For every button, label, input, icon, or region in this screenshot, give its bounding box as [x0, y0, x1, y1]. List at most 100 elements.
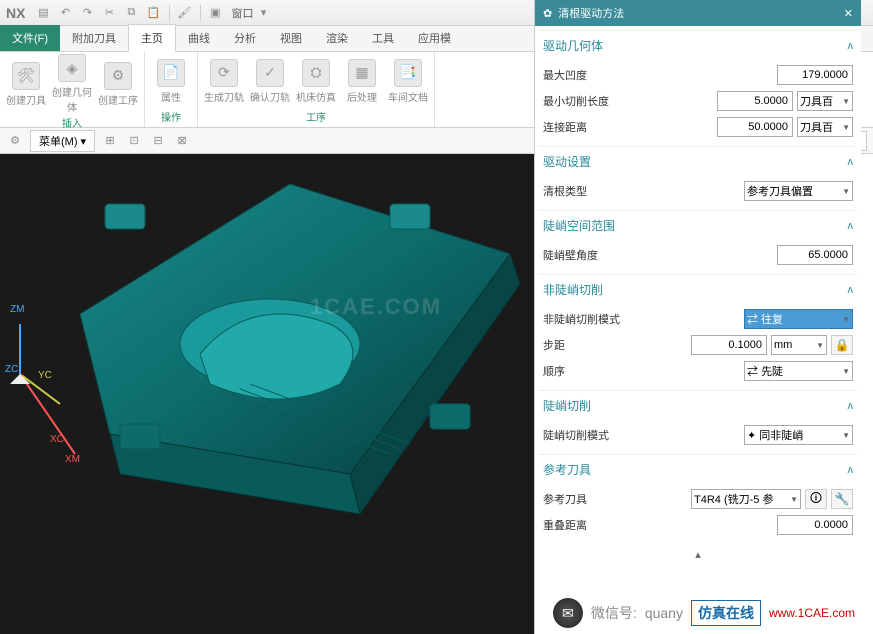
ribbon-group-label: 工序 — [202, 108, 430, 125]
link-distance-input[interactable] — [717, 117, 793, 137]
collapse-arrow-icon[interactable]: ▴ — [539, 544, 857, 565]
root-type-select[interactable]: 参考刀具偏置▼ — [744, 181, 853, 201]
tab-app[interactable]: 应用模 — [406, 25, 463, 51]
tab-curve[interactable]: 曲线 — [176, 25, 222, 51]
axis-zc-label: ZC — [5, 364, 18, 375]
section-drive-settings[interactable]: 驱动设置 ʌ — [539, 146, 857, 176]
toolbar-icon[interactable]: ⊠ — [173, 132, 191, 150]
undo-icon[interactable]: ↶ — [55, 3, 75, 23]
tab-view[interactable]: 视图 — [268, 25, 314, 51]
wall-angle-input[interactable] — [777, 245, 853, 265]
gear-icon[interactable]: ✿ — [543, 7, 552, 20]
ref-tool-label: 参考刀具 — [543, 491, 633, 507]
tab-home[interactable]: 主页 — [128, 24, 176, 52]
dialog-body: 驱动几何体 ʌ 最大凹度 最小切削长度 刀具百▼ 连接距离 刀具百▼ — [535, 26, 861, 634]
overlap-input[interactable] — [777, 515, 853, 535]
weixin-label: 微信号: — [591, 603, 637, 623]
chevron-up-icon: ʌ — [848, 284, 854, 296]
tool-info-icon[interactable]: 🛈 — [805, 489, 827, 509]
tool-edit-icon[interactable]: 🔧 — [831, 489, 853, 509]
section-steep-range[interactable]: 陡峭空间范围 ʌ — [539, 210, 857, 240]
section-label: 驱动几何体 — [543, 37, 603, 54]
tab-file[interactable]: 文件(F) — [0, 25, 60, 51]
order-select[interactable]: ⇄ 先陡▼ — [744, 361, 853, 381]
weixin-id: quany — [645, 605, 683, 621]
axis-zm-label: ZM — [10, 304, 24, 315]
model-viewport[interactable]: 1CAE.COM ZM ZC YC XC XM — [0, 154, 534, 634]
ribbon-item-label: 机床仿真 — [296, 89, 336, 104]
flowcut-dialog: ✿ 清根驱动方法 ✕ 驱动几何体 ʌ 最大凹度 最小切削长度 刀具百▼ 连接距离 — [534, 0, 861, 634]
save-icon[interactable]: ▤ — [33, 3, 53, 23]
chevron-down-icon[interactable]: ▾ — [253, 3, 273, 23]
ribbon-item-label: 生成刀轨 — [204, 89, 244, 104]
ribbon-group-action: 📄属性 操作 — [145, 52, 198, 127]
root-type-label: 清根类型 — [543, 183, 633, 199]
menu-label: 菜单(M) — [39, 136, 78, 148]
properties-button[interactable]: 📄属性 — [149, 54, 193, 108]
window-menu[interactable]: 窗口 — [231, 5, 253, 21]
wall-angle-label: 陡峭壁角度 — [543, 247, 633, 263]
chevron-up-icon: ʌ — [848, 400, 854, 412]
stepover-input[interactable] — [691, 335, 767, 355]
section-label: 陡峭切削 — [543, 397, 591, 414]
postprocess-button[interactable]: ▦后处理 — [340, 54, 384, 108]
section-label: 驱动设置 — [543, 153, 591, 170]
machine-sim-button[interactable]: ⛭机床仿真 — [294, 54, 338, 108]
copy-icon[interactable]: ⧉ — [121, 3, 141, 23]
ref-tool-select[interactable]: T4R4 (铣刀-5 参▼ — [691, 489, 801, 509]
brand-url: www.1CAE.com — [769, 606, 855, 620]
dialog-titlebar: ✿ 清根驱动方法 ✕ — [535, 0, 861, 26]
stepover-label: 步距 — [543, 337, 633, 353]
tab-render[interactable]: 渲染 — [314, 25, 360, 51]
create-op-button[interactable]: ⚙创建工序 — [96, 54, 140, 114]
ribbon-group-label: 插入 — [4, 114, 140, 131]
redo-icon[interactable]: ↷ — [77, 3, 97, 23]
toolbar-icon[interactable]: ⊞ — [101, 132, 119, 150]
shop-doc-button[interactable]: 📑车间文档 — [386, 54, 430, 108]
section-ref-tool[interactable]: 参考刀具 ʌ — [539, 454, 857, 484]
window-icon[interactable]: ▣ — [205, 3, 225, 23]
generate-path-button[interactable]: ⟳生成刀轨 — [202, 54, 246, 108]
ribbon-item-label: 车间文档 — [388, 89, 428, 104]
menu-button[interactable]: 菜单(M) ▾ — [30, 130, 95, 152]
section-drive-geom[interactable]: 驱动几何体 ʌ — [539, 30, 857, 60]
min-cut-length-unit-select[interactable]: 刀具百▼ — [797, 91, 853, 111]
cut-icon[interactable]: ✂ — [99, 3, 119, 23]
link-distance-unit-select[interactable]: 刀具百▼ — [797, 117, 853, 137]
steep-mode-select[interactable]: ✦ 同非陡峭▼ — [744, 425, 853, 445]
brand-tag: 仿真在线 — [691, 600, 761, 626]
ribbon-item-label: 创建工序 — [98, 92, 138, 107]
section-nonsteep-cut[interactable]: 非陡峭切削 ʌ — [539, 274, 857, 304]
min-cut-length-input[interactable] — [717, 91, 793, 111]
tab-analyze[interactable]: 分析 — [222, 25, 268, 51]
nonsteep-mode-label: 非陡峭切削模式 — [543, 311, 633, 327]
create-tool-button[interactable]: 🛠创建刀具 — [4, 54, 48, 114]
toolbar-icon[interactable]: ⊡ — [125, 132, 143, 150]
toolbar-icon[interactable]: ⊟ — [149, 132, 167, 150]
stepover-unit-select[interactable]: mm▼ — [771, 335, 827, 355]
steep-mode-label: 陡峭切削模式 — [543, 427, 633, 443]
combo-value: 刀具百 — [800, 119, 833, 135]
tab-addtool[interactable]: 附加刀具 — [60, 25, 128, 51]
create-geom-button[interactable]: ◈创建几何体 — [50, 54, 94, 114]
max-concave-input[interactable] — [777, 65, 853, 85]
ribbon-item-label: 创建几何体 — [50, 84, 94, 114]
lock-icon[interactable]: 🔒 — [831, 335, 853, 355]
dialog-title: 清根驱动方法 — [558, 5, 624, 21]
wechat-icon: ✉ — [553, 598, 583, 628]
brush-icon[interactable]: 🖌 — [174, 3, 194, 23]
link-distance-label: 连接距离 — [543, 119, 633, 135]
ribbon-group-insert: 🛠创建刀具 ◈创建几何体 ⚙创建工序 插入 — [0, 52, 145, 127]
paste-icon[interactable]: 📋 — [143, 3, 163, 23]
ribbon-item-label: 确认刀轨 — [250, 89, 290, 104]
nonsteep-mode-select[interactable]: ⇄ 往复▼ — [744, 309, 853, 329]
axis-xm-label: XM — [65, 454, 80, 465]
combo-value: 参考刀具偏置 — [747, 183, 813, 199]
viewport-watermark: 1CAE.COM — [310, 294, 442, 320]
combo-value: mm — [774, 339, 792, 351]
section-steep-cut[interactable]: 陡峭切削 ʌ — [539, 390, 857, 420]
verify-path-button[interactable]: ✓确认刀轨 — [248, 54, 292, 108]
tab-tools[interactable]: 工具 — [360, 25, 406, 51]
close-icon[interactable]: ✕ — [844, 7, 853, 20]
gear-icon[interactable]: ⚙ — [6, 132, 24, 150]
